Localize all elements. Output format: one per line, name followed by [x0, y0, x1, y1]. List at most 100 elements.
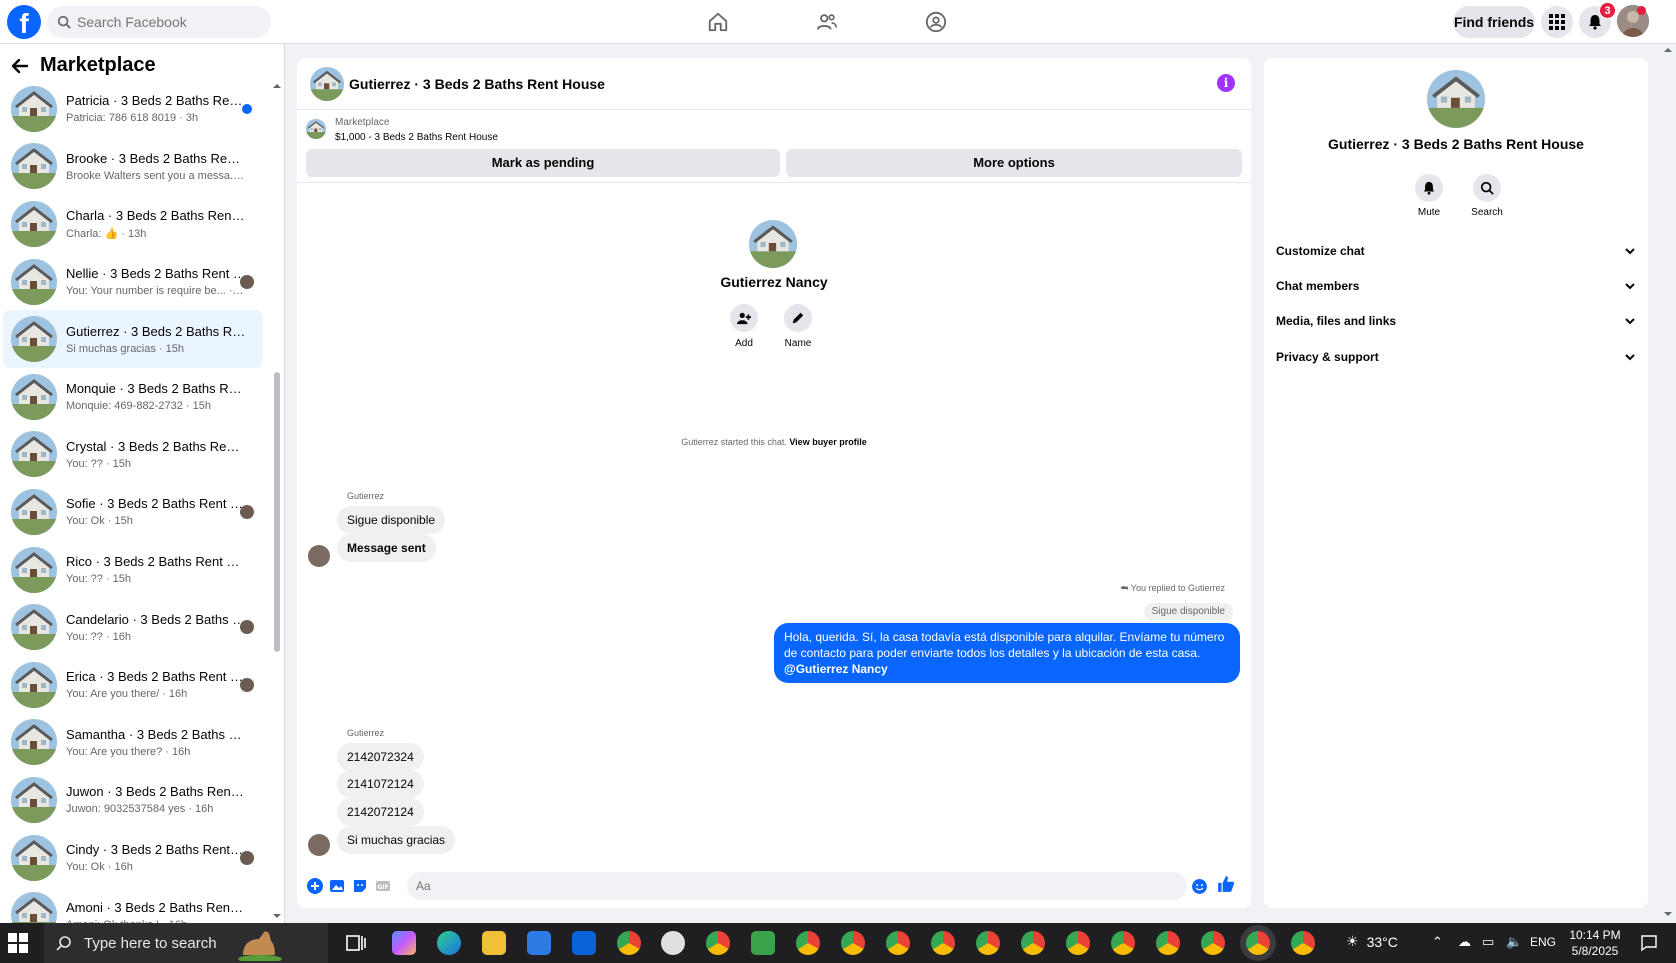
incoming-message[interactable]: Message sent [337, 534, 436, 562]
conversation-item[interactable]: Crystal · 3 Beds 2 Baths Rent Ho... You: … [3, 426, 263, 484]
search-box[interactable] [47, 6, 271, 38]
mark-pending-button[interactable]: Mark as pending [306, 149, 780, 177]
windows-start-icon[interactable] [8, 933, 28, 953]
friends-nav-icon[interactable] [805, 8, 849, 36]
photo-icon[interactable] [329, 878, 345, 894]
volume-icon[interactable]: 🔈 [1506, 935, 1522, 950]
chrome-profile-icon[interactable] [1066, 931, 1090, 955]
notification-center-icon[interactable] [1640, 934, 1658, 952]
like-icon[interactable] [1217, 875, 1235, 893]
clock[interactable]: 10:14 PM 5/8/2025 [1560, 927, 1630, 959]
conversation-item[interactable]: Gutierrez · 3 Beds 2 Baths Rent ... Si mu… [3, 310, 263, 368]
network-icon[interactable]: ▭ [1482, 935, 1494, 950]
incoming-message[interactable]: 2141072124 [337, 770, 424, 798]
chrome-profile-icon[interactable] [796, 931, 820, 955]
edge-icon[interactable] [437, 931, 461, 955]
conversation-item[interactable]: Amoni · 3 Beds 2 Baths Rent Ho...Amoni: … [3, 886, 263, 923]
sheets-icon[interactable] [751, 931, 775, 955]
buyer-avatar[interactable] [749, 220, 797, 268]
chrome-profile-icon[interactable] [1111, 931, 1135, 955]
language-indicator[interactable]: ENG [1530, 935, 1556, 949]
name-action[interactable]: Name [768, 304, 828, 349]
conversation-item[interactable]: Brooke · 3 Beds 2 Baths Rent H... Brooke … [3, 138, 263, 196]
sender-avatar[interactable] [308, 834, 330, 856]
search-input[interactable] [77, 14, 257, 30]
onedrive-icon[interactable]: ☁ [1458, 935, 1471, 950]
conversation-item[interactable]: Sofie · 3 Beds 2 Baths Rent H... You: Ok … [3, 483, 263, 541]
weather-widget[interactable]: ☀ 33°C [1346, 933, 1398, 950]
chrome-profile-icon[interactable] [1201, 931, 1225, 955]
chrome-active-icon[interactable] [1246, 931, 1270, 955]
task-view-icon[interactable] [344, 931, 368, 955]
chat-thumbnail[interactable] [310, 67, 344, 101]
menu-grid-button[interactable] [1541, 6, 1573, 38]
info-icon[interactable]: i [1217, 74, 1235, 92]
conversation-item[interactable]: Cindy · 3 Beds 2 Baths Rent H... You: Ok … [3, 829, 263, 887]
customize-chat-item[interactable]: Customize chat [1276, 240, 1636, 262]
chrome-profile-icon[interactable] [976, 931, 1000, 955]
find-friends-button[interactable]: Find friends [1453, 6, 1535, 38]
listing-thumbnail [11, 143, 57, 190]
tray-chevron-icon[interactable]: ⌃ [1432, 935, 1443, 950]
listing-price[interactable]: $1,000 - 3 Beds 2 Baths Rent House [335, 132, 498, 143]
view-buyer-profile-link[interactable]: View buyer profile [789, 437, 866, 447]
copilot-icon[interactable] [392, 931, 416, 955]
conversation-item[interactable]: Candelario · 3 Beds 2 Baths R... You: ?? … [3, 598, 263, 656]
back-arrow-icon[interactable] [10, 56, 30, 76]
incoming-message[interactable]: Sigue disponible [337, 506, 446, 534]
file-explorer-icon[interactable] [482, 931, 506, 955]
mute-action[interactable]: Mute [1399, 174, 1459, 218]
chrome-profile-icon[interactable] [886, 931, 910, 955]
conversation-item[interactable]: Patricia · 3 Beds 2 Baths Rent ... Patric… [3, 80, 263, 138]
chat-title[interactable]: Gutierrez · 3 Beds 2 Baths Rent House [349, 76, 605, 92]
sticker-icon[interactable] [352, 878, 368, 894]
svg-text:GIF: GIF [377, 884, 388, 891]
chrome-profile-icon[interactable] [841, 931, 865, 955]
paint-icon[interactable] [661, 931, 685, 955]
more-options-button[interactable]: More options [786, 149, 1242, 177]
details-avatar[interactable] [1427, 70, 1485, 128]
facebook-logo[interactable]: f [7, 5, 41, 39]
listing-thumbnail[interactable] [306, 119, 326, 139]
conversation-item[interactable]: Charla · 3 Beds 2 Baths Rent Ho... Charla… [3, 195, 263, 253]
chrome-profile-icon[interactable] [706, 931, 730, 955]
notification-badge: 3 [1599, 2, 1616, 19]
incoming-message[interactable]: Si muchas gracias [337, 826, 456, 854]
add-action[interactable]: Add [714, 304, 774, 349]
conversation-item[interactable]: Nellie · 3 Beds 2 Baths Rent H... You: Yo… [3, 253, 263, 311]
groups-nav-icon[interactable] [914, 8, 958, 36]
conversation-item[interactable]: Erica · 3 Beds 2 Baths Rent H... You: Are… [3, 656, 263, 714]
mention[interactable]: @Gutierrez Nancy [784, 662, 888, 676]
listing-thumbnail [11, 488, 57, 535]
conversation-item[interactable]: Samantha · 3 Beds 2 Baths Rent... You: Ar… [3, 714, 263, 772]
conversation-item[interactable]: Monquie · 3 Beds 2 Baths Rent ... Monquie… [3, 368, 263, 426]
search-action[interactable]: Search [1457, 174, 1517, 218]
plus-icon[interactable] [307, 878, 323, 894]
chat-members-item[interactable]: Chat members [1276, 275, 1636, 297]
home-nav-icon[interactable] [696, 8, 740, 36]
listing-thumbnail [11, 776, 57, 823]
chrome-icon[interactable] [617, 931, 641, 955]
sidebar-scrollbar[interactable] [272, 82, 282, 922]
store-icon[interactable] [527, 931, 551, 955]
incoming-message[interactable]: 2142072324 [337, 743, 424, 771]
chrome-profile-icon[interactable] [1021, 931, 1045, 955]
taskbar-search[interactable]: Type here to search [44, 923, 328, 963]
incoming-message[interactable]: 2142072124 [337, 798, 424, 826]
chrome-profile-icon[interactable] [931, 931, 955, 955]
gif-icon[interactable]: GIF [375, 878, 391, 894]
emoji-icon[interactable] [1192, 879, 1207, 894]
chrome-profile-icon[interactable] [1291, 931, 1315, 955]
conversation-item[interactable]: Juwon · 3 Beds 2 Baths Rent Ho... Juwon: … [3, 771, 263, 829]
chrome-profile-icon[interactable] [1156, 931, 1180, 955]
outgoing-message[interactable]: Hola, querida. Sí, la casa todavía está … [774, 623, 1240, 683]
media-files-item[interactable]: Media, files and links [1276, 310, 1636, 332]
sender-avatar[interactable] [308, 545, 330, 567]
notifications-button[interactable]: 3 [1579, 2, 1616, 38]
privacy-support-item[interactable]: Privacy & support [1276, 346, 1636, 368]
outlook-icon[interactable] [572, 931, 596, 955]
message-input[interactable] [407, 872, 1187, 900]
page-scrollbar[interactable] [1660, 44, 1676, 923]
conversation-item[interactable]: Rico · 3 Beds 2 Baths Rent House You: ?? … [3, 541, 263, 599]
reply-quote[interactable]: Sigue disponible [1143, 603, 1233, 621]
